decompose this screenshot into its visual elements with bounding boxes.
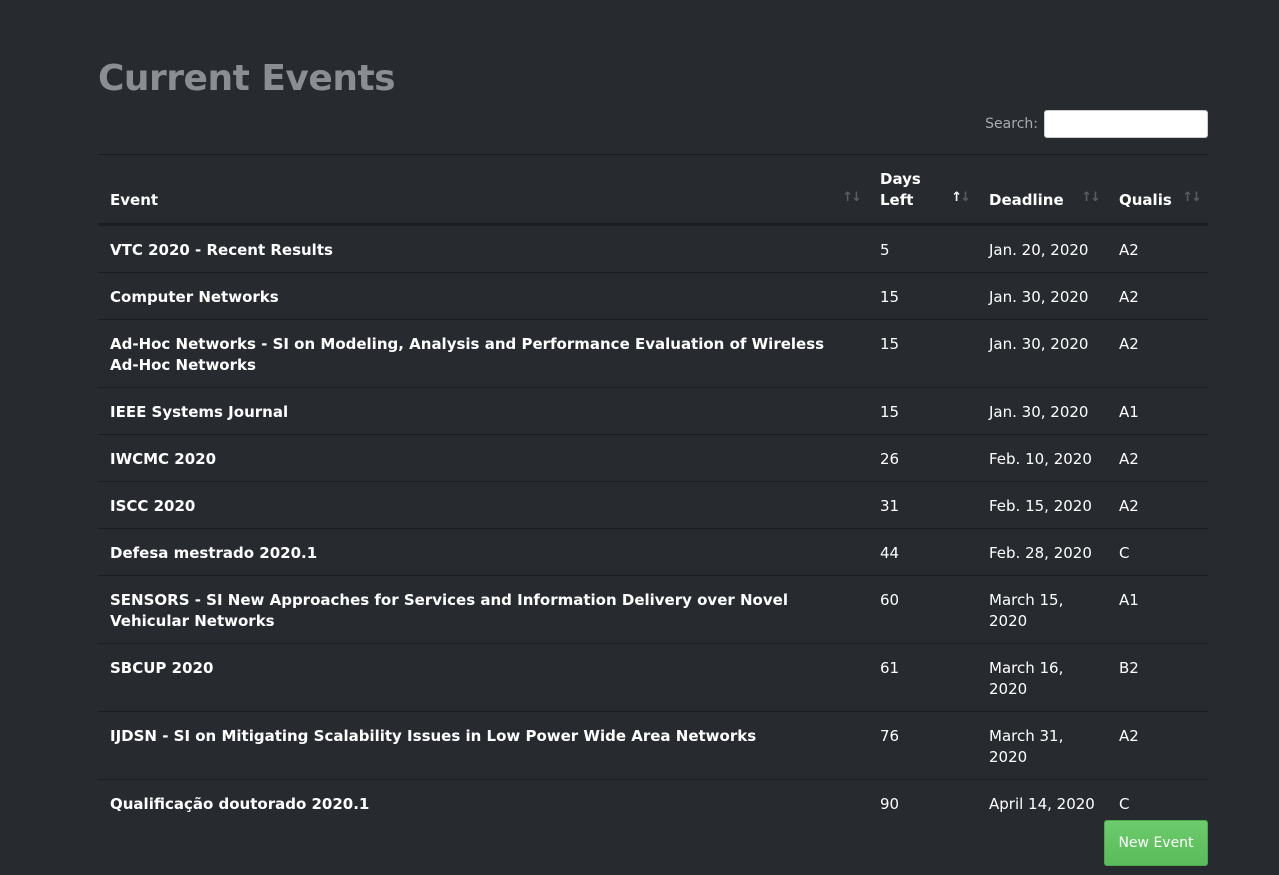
qualis-cell: A2 bbox=[1107, 319, 1208, 388]
qualis-cell: A2 bbox=[1107, 272, 1208, 320]
column-header-days-left[interactable]: Days Left ↑↓ bbox=[868, 154, 977, 226]
column-header-event-label: Event bbox=[110, 191, 159, 209]
event-cell: IJDSN - SI on Mitigating Scalability Iss… bbox=[98, 711, 868, 780]
table-header: Event ↑↓ Days Left ↑↓ Deadline ↑↓ Qualis… bbox=[98, 154, 1208, 226]
days-left-cell: 5 bbox=[880, 241, 890, 259]
qualis-cell: A2 bbox=[1107, 434, 1208, 482]
qualis-cell: B2 bbox=[1107, 643, 1208, 712]
page-title: Current Events bbox=[98, 58, 396, 99]
qualis-cell: A1 bbox=[1107, 575, 1208, 644]
table-row: Defesa mestrado 2020.1 44 Feb. 28, 2020 C bbox=[98, 528, 1208, 576]
deadline-cell: April 14, 2020 bbox=[977, 779, 1107, 826]
event-cell: VTC 2020 - Recent Results bbox=[110, 241, 333, 259]
event-cell: SENSORS - SI New Approaches for Services… bbox=[98, 575, 868, 644]
qualis-cell: A2 bbox=[1107, 711, 1208, 780]
sort-both-icon: ↑↓ bbox=[842, 190, 862, 205]
days-left-cell: 15 bbox=[868, 387, 977, 435]
days-left-cell: 15 bbox=[868, 272, 977, 320]
deadline-cell: Jan. 20, 2020 bbox=[989, 241, 1089, 259]
table-row: VTC 2020 - Recent Results 5 Jan. 20, 2020 A… bbox=[98, 225, 1208, 273]
event-cell: ISCC 2020 bbox=[98, 481, 868, 529]
search-bar: Search: bbox=[985, 110, 1208, 138]
search-input[interactable] bbox=[1044, 110, 1208, 138]
deadline-cell: March 31, 2020 bbox=[977, 711, 1107, 780]
table-row: SENSORS - SI New Approaches for Services… bbox=[98, 575, 1208, 644]
table-row: ISCC 2020 31 Feb. 15, 2020 A2 bbox=[98, 481, 1208, 529]
column-header-qualis-label: Qualis bbox=[1119, 191, 1172, 209]
table-row: IEEE Systems Journal 15 Jan. 30, 2020 A1 bbox=[98, 387, 1208, 435]
sort-both-icon: ↑↓ bbox=[1182, 190, 1202, 205]
column-header-deadline-label: Deadline bbox=[989, 191, 1064, 209]
header-row: Event ↑↓ Days Left ↑↓ Deadline ↑↓ Qualis… bbox=[98, 154, 1208, 226]
event-cell: SBCUP 2020 bbox=[98, 643, 868, 712]
days-left-cell: 61 bbox=[868, 643, 977, 712]
column-header-deadline[interactable]: Deadline ↑↓ bbox=[977, 154, 1107, 226]
days-left-cell: 44 bbox=[868, 528, 977, 576]
column-header-days-left-label: Days Left bbox=[880, 170, 921, 209]
table-row: SBCUP 2020 61 March 16, 2020 B2 bbox=[98, 643, 1208, 712]
event-cell: Qualificação doutorado 2020.1 bbox=[98, 779, 868, 826]
table-row: IWCMC 2020 26 Feb. 10, 2020 A2 bbox=[98, 434, 1208, 482]
column-header-event[interactable]: Event ↑↓ bbox=[98, 154, 868, 226]
deadline-cell: Feb. 28, 2020 bbox=[977, 528, 1107, 576]
event-cell: IEEE Systems Journal bbox=[98, 387, 868, 435]
qualis-cell: C bbox=[1107, 528, 1208, 576]
deadline-cell: Feb. 10, 2020 bbox=[977, 434, 1107, 482]
qualis-cell: A2 bbox=[1119, 241, 1139, 259]
event-cell: Ad-Hoc Networks - SI on Modeling, Analys… bbox=[98, 319, 868, 388]
days-left-cell: 31 bbox=[868, 481, 977, 529]
sort-both-icon: ↑↓ bbox=[1081, 190, 1101, 205]
search-label: Search: bbox=[985, 116, 1038, 132]
sort-asc-icon: ↑↓ bbox=[951, 190, 971, 205]
days-left-cell: 76 bbox=[868, 711, 977, 780]
days-left-cell: 60 bbox=[868, 575, 977, 644]
deadline-cell: Feb. 15, 2020 bbox=[977, 481, 1107, 529]
deadline-cell: March 16, 2020 bbox=[977, 643, 1107, 712]
deadline-cell: Jan. 30, 2020 bbox=[977, 272, 1107, 320]
days-left-cell: 26 bbox=[868, 434, 977, 482]
qualis-cell: A1 bbox=[1107, 387, 1208, 435]
deadline-cell: Jan. 30, 2020 bbox=[977, 319, 1107, 388]
qualis-cell: A2 bbox=[1107, 481, 1208, 529]
event-cell: Computer Networks bbox=[98, 272, 868, 320]
new-event-button[interactable]: New Event bbox=[1104, 820, 1208, 866]
days-left-cell: 15 bbox=[868, 319, 977, 388]
table-row: Computer Networks 15 Jan. 30, 2020 A2 bbox=[98, 272, 1208, 320]
days-left-cell: 90 bbox=[868, 779, 977, 826]
deadline-cell: Jan. 30, 2020 bbox=[977, 387, 1107, 435]
table-row: Ad-Hoc Networks - SI on Modeling, Analys… bbox=[98, 319, 1208, 388]
events-table: Event ↑↓ Days Left ↑↓ Deadline ↑↓ Qualis… bbox=[98, 154, 1208, 826]
table-row: Qualificação doutorado 2020.1 90 April 14,… bbox=[98, 779, 1208, 826]
table-body: VTC 2020 - Recent Results 5 Jan. 20, 2020 A… bbox=[98, 225, 1208, 826]
event-cell: Defesa mestrado 2020.1 bbox=[98, 528, 868, 576]
column-header-qualis[interactable]: Qualis ↑↓ bbox=[1107, 154, 1208, 226]
table-row: IJDSN - SI on Mitigating Scalability Iss… bbox=[98, 711, 1208, 780]
deadline-cell: March 15, 2020 bbox=[977, 575, 1107, 644]
event-cell: IWCMC 2020 bbox=[98, 434, 868, 482]
